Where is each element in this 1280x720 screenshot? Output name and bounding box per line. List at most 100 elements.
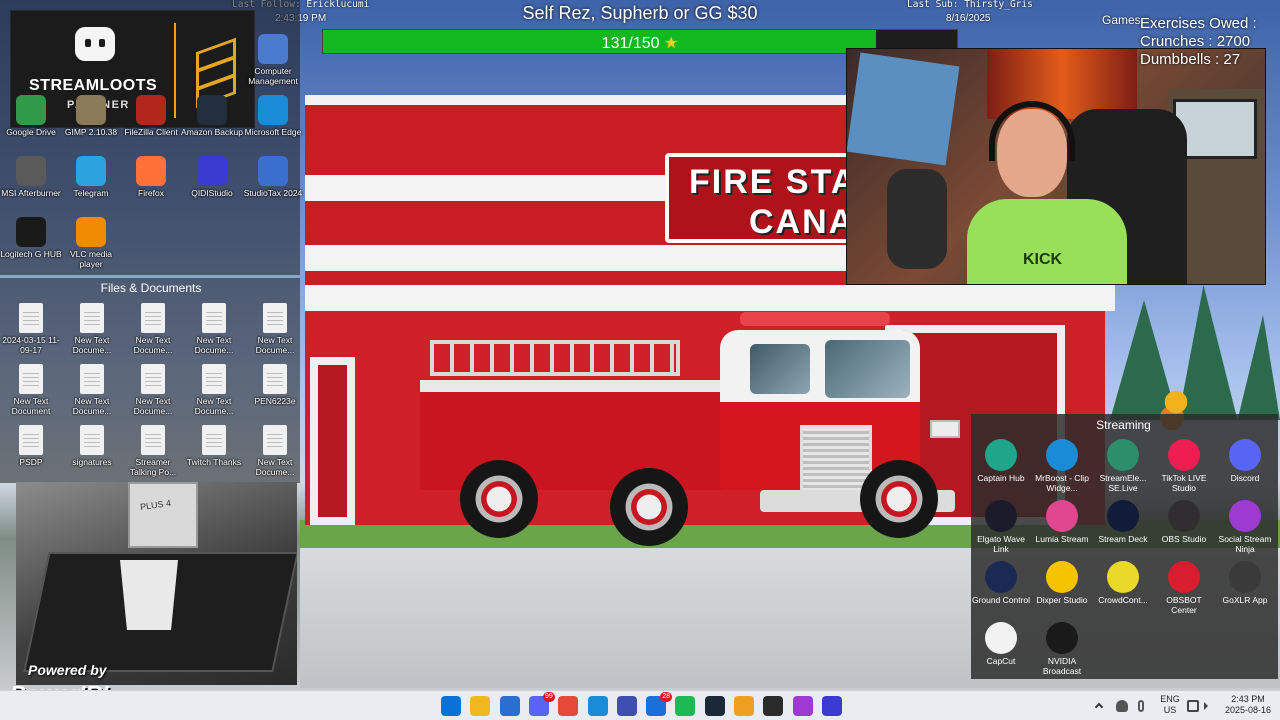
shortcut-label: OBS Studio [1161,534,1207,544]
language-indicator[interactable]: ENG US [1159,694,1181,716]
studiotax-shortcut[interactable]: StudioTax 2024 [242,156,304,216]
lumia-stream-shortcut[interactable]: Lumia Stream [1032,500,1092,560]
captain-hub-shortcut[interactable]: Captain Hub [971,439,1031,499]
file-item[interactable]: New Text Docume... [122,364,184,424]
msi-afterburner-shortcut[interactable]: MSI Afterburner [0,156,62,216]
shortcut-label: Lumia Stream [1035,534,1089,544]
qidistudio-icon[interactable] [734,696,754,716]
shortcut-label: Amazon Backup [181,127,243,137]
tiktok-shortcut[interactable]: TikTok LIVE Studio [1154,439,1214,499]
telegram-shortcut[interactable]: Telegram [60,156,122,216]
shortcut-label: FileZilla Client [124,127,178,137]
document-icon [202,303,226,333]
file-item[interactable]: 2024-03-15 11-09-17 [0,303,62,363]
shortcut-label: Twitch Thanks [186,457,242,467]
truck-side-window [750,344,810,394]
shortcut-label: signatures [72,457,112,467]
shortcut-label: New Text Docume... [194,396,234,416]
file-item[interactable]: New Text Docume... [61,303,123,363]
file-item[interactable]: New Text Docume... [244,425,306,485]
shortcut-label: Microsoft Edge [244,127,302,137]
clock-date: 2025-08-16 [1224,705,1272,715]
games-folder-label: Games [1102,13,1141,27]
qidi-app-icon[interactable] [821,696,842,716]
file-item[interactable]: PEN6223e [244,364,306,424]
msi-center-icon[interactable] [616,696,637,716]
terminal-icon[interactable] [763,696,784,716]
document-icon [202,425,226,455]
amazon-backup-shortcut[interactable]: Amazon Backup [181,95,243,155]
filezilla-shortcut[interactable]: FileZilla Client [120,95,182,155]
file-item[interactable]: Twitch Thanks [183,425,245,485]
goxlr-shortcut[interactable]: GoXLR App [1215,561,1275,621]
file-explorer-icon[interactable] [470,696,491,716]
shortcut-label: NVIDIA Broadcast [1042,656,1082,676]
elgato-wave-shortcut[interactable]: Elgato Wave Link [971,500,1031,560]
dixper-shortcut[interactable]: Dixper Studio [1032,561,1092,621]
file-item[interactable]: New Text Docume... [183,364,245,424]
powered-by-label: Powered by [28,662,107,678]
obsbot-shortcut[interactable]: OBSBOT Center [1154,561,1214,621]
computer-management-shortcut[interactable]: Computer Management [242,34,304,94]
ground-control-shortcut[interactable]: Ground Control [971,561,1031,621]
google-drive-shortcut[interactable]: Google Drive [0,95,62,155]
chevron-up-icon[interactable] [1094,702,1104,712]
microphone-icon[interactable] [1138,700,1144,712]
volume-icon[interactable] [1204,702,1208,710]
steam-icon[interactable] [704,696,725,716]
firefox-shortcut[interactable]: Firefox [120,156,182,216]
file-item[interactable]: New Text Docume... [183,303,245,363]
edge-icon[interactable] [587,696,608,716]
mail-icon[interactable]: 28 [646,692,673,716]
station-sign-line2: CANA [749,203,856,241]
fire-truck-illustration [420,300,960,546]
social-stream-ninja-icon[interactable] [792,696,813,716]
windows-taskbar: 99 28 ENG US 2:43 PM 2025-08-16 [0,690,1280,720]
spotify-icon[interactable] [675,696,696,716]
file-item[interactable]: New Text Docume... [244,303,306,363]
onedrive-icon[interactable] [1116,700,1128,712]
shortcut-label: GIMP 2.10.38 [64,127,118,137]
gimp-shortcut[interactable]: GIMP 2.10.38 [60,95,122,155]
social-stream-ninja-shortcut[interactable]: Social Stream Ninja [1215,500,1275,560]
truck-lightbar [740,312,890,326]
file-item[interactable]: Streamer Talking Po... [122,425,184,485]
webcam-microphone [887,169,947,269]
edge-shortcut[interactable]: Microsoft Edge [242,95,304,155]
streamelements-shortcut[interactable]: StreamEle... SE.Live [1093,439,1153,499]
vlc-shortcut[interactable]: VLC media player [60,217,122,277]
windows-start-icon[interactable] [441,696,461,716]
webcam-feed: KICK [846,48,1266,285]
capcut-shortcut[interactable]: CapCut [971,622,1031,682]
file-item[interactable]: PSDP [0,425,62,485]
shortcut-label: Google Drive [6,127,56,137]
edge-shortcut[interactable]: MrBoost - Clip Widge... [1032,439,1092,499]
nvidia-broadcast-shortcut[interactable]: NVIDIA Broadcast [1032,622,1092,682]
file-item[interactable]: New Text Docume... [61,364,123,424]
notification-badge: 28 [660,692,673,702]
obs-shortcut[interactable]: OBS Studio [1154,500,1214,560]
shortcut-label: Firefox [138,188,164,198]
microsoft-store-icon[interactable] [499,696,520,716]
shortcut-label: PSDP [19,457,43,467]
crowdcontrol-shortcut[interactable]: CrowdCont... [1093,561,1153,621]
exercises-crunches: Crunches : 2700 [1140,33,1251,50]
shortcut-label: Captain Hub [977,473,1025,483]
discord-icon[interactable]: 99 [528,692,555,716]
taskbar-clock[interactable]: 2:43 PM 2025-08-16 [1222,694,1274,716]
file-item[interactable]: signatures [61,425,123,485]
printer-head [128,482,198,548]
chrome-icon[interactable] [558,696,579,716]
network-icon[interactable] [1187,700,1199,712]
logitech-ghub-shortcut[interactable]: Logitech G HUB [0,217,62,277]
qidistudio-shortcut[interactable]: QIDIStudio [181,156,243,216]
stream-deck-shortcut[interactable]: Stream Deck [1093,500,1153,560]
document-icon [80,364,104,394]
file-item[interactable]: New Text Document [0,364,62,424]
document-icon [263,303,287,333]
discord-shortcut[interactable]: Discord [1215,439,1275,499]
file-item[interactable]: New Text Docume... [122,303,184,363]
goxlr-icon [1229,561,1261,593]
obs-icon [1168,500,1200,532]
edge-icon [258,95,288,125]
